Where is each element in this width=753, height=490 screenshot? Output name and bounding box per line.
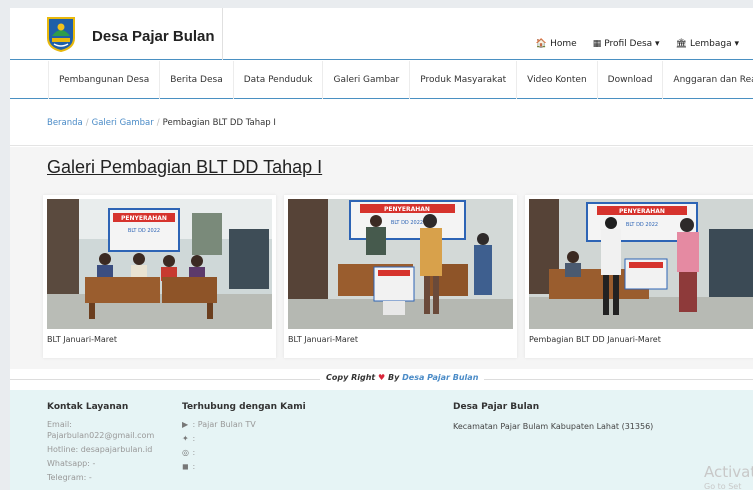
youtube-icon: ▶ <box>182 420 189 429</box>
twitter-label: : <box>192 434 196 443</box>
top-nav: 🏠 Home ▦ Profil Desa ▾ 🏛 Lembaga ▾ <box>536 39 739 49</box>
footer-facebook[interactable]: ◼ : <box>182 462 195 471</box>
nav-home-label: Home <box>550 39 577 49</box>
banner-subtext: BLT DD 2022 <box>626 222 658 228</box>
gallery-caption: BLT Januari-Maret <box>288 335 358 344</box>
gallery-caption: Pembagian BLT DD Januari-Maret <box>529 335 661 344</box>
gallery-card[interactable]: PENYERAHAN BLT DD 2022 Pembagian BLT DD … <box>525 195 753 358</box>
banner-text: PENYERAHAN <box>384 206 430 213</box>
home-icon: 🏠 <box>535 39 548 49</box>
menu-berita-desa[interactable]: Berita Desa <box>159 61 233 99</box>
instagram-label: : <box>192 448 196 457</box>
brand-name: Desa Pajar Bulan <box>92 28 215 45</box>
nav-lembaga-label: Lembaga ▾ <box>690 39 739 49</box>
footer-instagram[interactable]: ◎ : <box>182 448 195 457</box>
footer-youtube[interactable]: ▶ : Pajar Bulan TV <box>182 420 256 429</box>
instagram-icon: ◎ <box>182 448 189 457</box>
nav-profil-desa[interactable]: ▦ Profil Desa ▾ <box>593 39 660 49</box>
twitter-icon: ✦ <box>182 434 189 443</box>
village-logo-icon <box>47 17 75 52</box>
footer-social-title: Terhubung dengan Kami <box>182 402 306 412</box>
nav-home[interactable]: 🏠 Home <box>536 39 577 49</box>
footer-kontak-title: Kontak Layanan <box>47 402 129 412</box>
menu-anggaran-realisasi[interactable]: Anggaran dan Realisasi <box>662 61 753 99</box>
brand[interactable]: Desa Pajar Bulan <box>10 8 223 60</box>
breadcrumb-gallery[interactable]: Galeri Gambar <box>92 118 154 128</box>
gallery-photo[interactable]: PENYERAHAN BLT DD 2022 <box>288 199 513 329</box>
breadcrumb-current: Pembagian BLT DD Tahap I <box>162 118 276 128</box>
gallery-card[interactable]: PENYERAHAN BLT DD 2022 BLT Januari-Maret <box>43 195 276 358</box>
banner-text: PENYERAHAN <box>121 215 167 222</box>
nav-profil-label: Profil Desa ▾ <box>604 39 660 49</box>
banner-subtext: BLT DD 2022 <box>128 228 160 234</box>
breadcrumb-separator: / <box>85 118 89 128</box>
page-title: Galeri Pembagian BLT DD Tahap I <box>47 157 323 177</box>
menu-galeri-gambar[interactable]: Galeri Gambar <box>322 61 409 99</box>
menu-pembangunan-desa[interactable]: Pembangunan Desa <box>48 61 159 99</box>
site-header: Desa Pajar Bulan 🏠 Home ▦ Profil Desa ▾ 🏛 L… <box>10 8 753 60</box>
menu-download[interactable]: Download <box>596 61 663 99</box>
gallery-card[interactable]: PENYERAHAN BLT DD 2022 BLT Januari-Maret <box>284 195 517 358</box>
breadcrumb-bar: Beranda / Galeri Gambar / Pembagian BLT DD T… <box>10 100 753 146</box>
menu-produk-masyarakat[interactable]: Produk Masyarakat <box>409 61 516 99</box>
breadcrumb: Beranda / Galeri Gambar / Pembagian BLT DD T… <box>47 118 276 128</box>
footer-whatsapp: Whatsapp: - <box>47 459 96 468</box>
gallery-section: Galeri Pembagian BLT DD Tahap I PENYERAH… <box>10 147 753 369</box>
window-frame-top <box>0 0 753 8</box>
nav-lembaga[interactable]: 🏛 Lembaga ▾ <box>676 39 739 49</box>
footer-email[interactable]: Pajarbulan022@gmail.com <box>47 431 154 440</box>
footer-twitter[interactable]: ✦ : <box>182 434 195 443</box>
activation-watermark: Activat <box>704 463 753 481</box>
site-footer: Kontak Layanan Email: Pajarbulan022@gmai… <box>10 390 753 490</box>
banner-subtext: BLT DD 2022 <box>391 220 423 226</box>
copyright-text: Copy Right ♥ By Desa Pajar Bulan <box>320 373 485 382</box>
footer-address: Kecamatan Pajar Bulam Kabupaten Lahat (3… <box>453 422 654 431</box>
copyright-link[interactable]: Desa Pajar Bulan <box>402 373 478 382</box>
menu-data-penduduk[interactable]: Data Penduduk <box>232 61 323 99</box>
gallery-caption: BLT Januari-Maret <box>47 335 117 344</box>
heart-icon: ♥ <box>378 373 386 382</box>
footer-telegram: Telegram: - <box>47 473 92 482</box>
window-frame-left <box>0 0 10 490</box>
institution-icon: 🏛 <box>675 39 687 49</box>
facebook-label: : <box>192 462 196 471</box>
copyright-prefix: Copy Right <box>326 373 376 382</box>
gallery-photo[interactable]: PENYERAHAN BLT DD 2022 <box>529 199 753 329</box>
youtube-label: : Pajar Bulan TV <box>192 420 256 429</box>
gallery-photo[interactable]: PENYERAHAN BLT DD 2022 <box>47 199 272 329</box>
grid-icon: ▦ <box>592 39 602 49</box>
banner-text: PENYERAHAN <box>619 208 665 215</box>
activation-watermark-sub: Go to Set <box>704 482 742 490</box>
copyright-by: By <box>388 373 400 382</box>
breadcrumb-separator: / <box>156 118 160 128</box>
footer-desa-title: Desa Pajar Bulan <box>453 402 540 412</box>
footer-email-label: Email: <box>47 420 72 429</box>
main-menu: Pembangunan Desa Berita Desa Data Pendud… <box>10 61 753 99</box>
breadcrumb-home[interactable]: Beranda <box>47 118 83 128</box>
facebook-icon: ◼ <box>182 462 189 471</box>
copyright-bar: Copy Right ♥ By Desa Pajar Bulan <box>10 369 753 390</box>
footer-hotline: Hotline: desapajarbulan.id <box>47 445 153 454</box>
menu-video-konten[interactable]: Video Konten <box>516 61 597 99</box>
